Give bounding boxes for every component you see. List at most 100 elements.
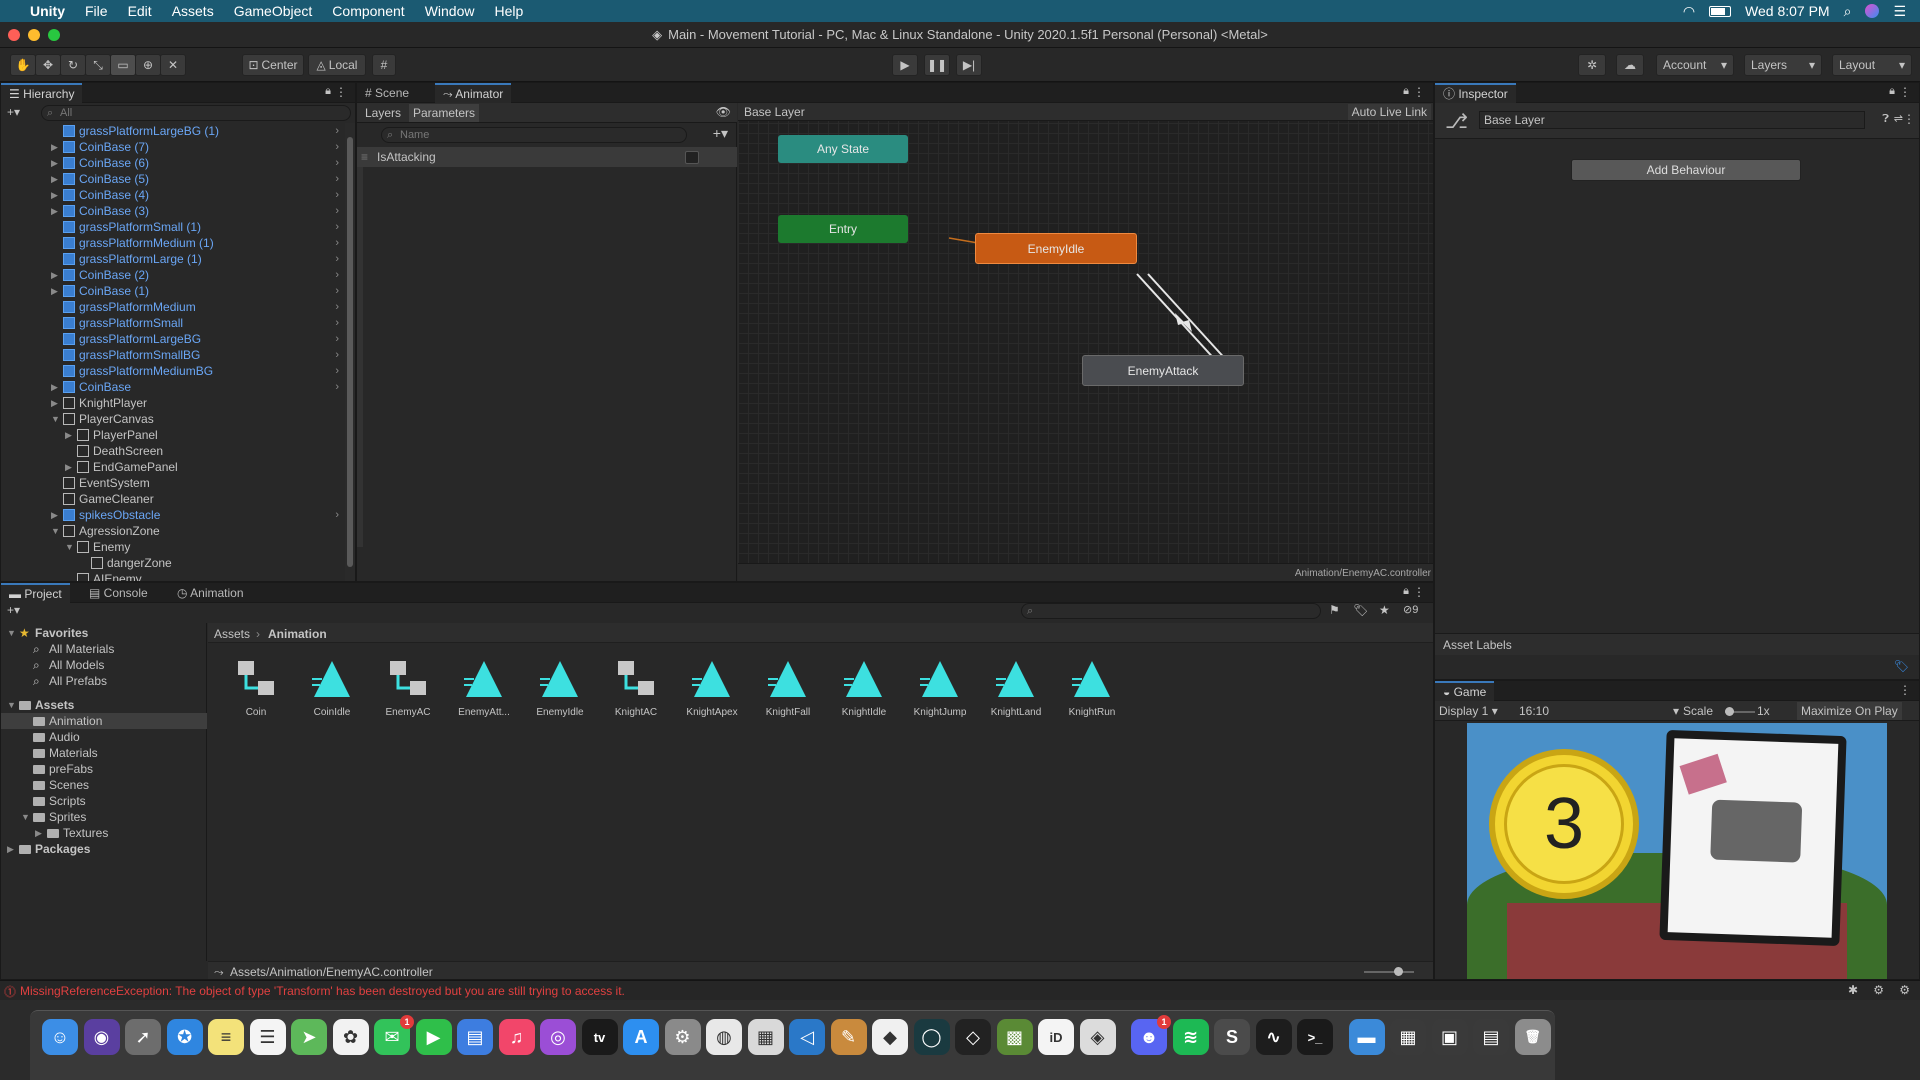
system-preferences-app-icon[interactable]: ⚙ <box>664 1019 701 1055</box>
collapsed-arrow-icon[interactable]: ▶ <box>7 841 14 857</box>
close-window-button[interactable] <box>8 29 20 41</box>
chrome-app-icon[interactable]: ◍ <box>706 1019 742 1055</box>
project-tree-item[interactable]: Materials <box>1 745 207 761</box>
downloads-folder-app-icon[interactable]: ▬ <box>1348 1019 1385 1055</box>
asset-item[interactable]: EnemyIdle <box>524 657 596 727</box>
parameter-name[interactable]: IsAttacking <box>377 150 436 164</box>
kebab-menu-icon[interactable]: ⋮ <box>335 85 347 99</box>
hierarchy-row[interactable]: ▶ CoinBase (4) › <box>1 187 345 203</box>
subtab-layers[interactable]: Layers <box>365 106 401 120</box>
collab-icon[interactable]: ✲ <box>1578 54 1606 76</box>
messages-app-icon[interactable]: ✉ 1 <box>374 1015 414 1055</box>
asset-item[interactable]: KnightAC <box>600 657 672 727</box>
menu-help[interactable]: Help <box>484 3 533 19</box>
hierarchy-row[interactable]: grassPlatformMedium (1) › <box>1 235 345 251</box>
step-button[interactable]: ▶| <box>956 54 982 76</box>
collapsed-arrow-icon[interactable]: ▶ <box>51 187 61 203</box>
finder-app-icon[interactable]: ☺ <box>42 1019 78 1055</box>
tab-console[interactable]: ▤ Console <box>81 583 156 603</box>
hierarchy-row[interactable]: ▶ CoinBase (2) › <box>1 267 345 283</box>
expanded-arrow-icon[interactable]: ▼ <box>21 809 30 825</box>
collapsed-arrow-icon[interactable]: ▶ <box>65 427 75 443</box>
rotate-tool-icon[interactable]: ↻ <box>60 54 86 76</box>
hierarchy-row[interactable]: ▶ CoinBase (5) › <box>1 171 345 187</box>
collapsed-arrow-icon[interactable]: ▶ <box>51 203 61 219</box>
lock-icon[interactable]: 🔒︎ <box>1403 85 1409 98</box>
minecraft-app-icon[interactable]: ▩ <box>996 1019 1033 1055</box>
asset-item[interactable]: EnemyAC <box>372 657 444 727</box>
collapsed-arrow-icon[interactable]: ▶ <box>51 155 61 171</box>
menu-gameobject[interactable]: GameObject <box>224 3 323 19</box>
label-tag-icon[interactable]: 🏷︎ <box>1894 659 1909 673</box>
pivot-center-button[interactable]: ⊡ Center <box>242 54 304 76</box>
open-prefab-chevron-icon[interactable]: › <box>335 155 339 171</box>
account-dropdown[interactable]: Account ▾ <box>1656 54 1734 76</box>
safari-app-icon[interactable]: ✪ <box>166 1019 203 1055</box>
discord-app-icon[interactable]: ☻ 1 <box>1131 1015 1171 1055</box>
dice-app-icon[interactable]: ◈ <box>1079 1019 1116 1055</box>
open-prefab-chevron-icon[interactable]: › <box>335 123 339 139</box>
open-prefab-chevron-icon[interactable]: › <box>335 331 339 347</box>
open-prefab-chevron-icon[interactable]: › <box>335 507 339 523</box>
custom-tool-icon[interactable]: ✕ <box>160 54 186 76</box>
unity-app-icon[interactable]: ◇ <box>955 1019 991 1055</box>
zoom-window-button[interactable] <box>48 29 60 41</box>
maximize-on-play-toggle[interactable]: Maximize On Play <box>1797 702 1902 720</box>
menu-assets[interactable]: Assets <box>162 3 224 19</box>
eye-icon[interactable]: 👁︎ <box>716 105 731 119</box>
hierarchy-row[interactable]: ▶ PlayerPanel <box>1 427 345 443</box>
hierarchy-row[interactable]: ▶ CoinBase (6) › <box>1 155 345 171</box>
grid-snap-icon[interactable]: # <box>372 54 396 76</box>
project-tree-item[interactable]: ▼ Assets <box>1 697 207 713</box>
scale-slider[interactable] <box>1725 707 1755 716</box>
project-tree-item[interactable]: ⌕ All Models <box>1 657 207 673</box>
preset-icon[interactable]: ⇌ <box>1894 112 1903 125</box>
hierarchy-row[interactable]: grassPlatformSmall (1) › <box>1 219 345 235</box>
reminders-app-icon[interactable]: ☰ <box>249 1019 286 1055</box>
collapsed-arrow-icon[interactable]: ▶ <box>51 507 61 523</box>
stack-2-app-icon[interactable]: ▣ <box>1431 1019 1468 1055</box>
hierarchy-row[interactable]: ▶ CoinBase (1) › <box>1 283 345 299</box>
terminal-app-icon[interactable]: >_ <box>1297 1019 1333 1055</box>
tab-game[interactable]: ◒ Game <box>1435 681 1495 701</box>
collapsed-arrow-icon[interactable]: ▶ <box>35 825 42 841</box>
open-prefab-chevron-icon[interactable]: › <box>335 347 339 363</box>
help-icon[interactable]: ❓︎ <box>1882 113 1889 126</box>
display-dropdown[interactable]: Display 1 ▾ <box>1439 704 1498 718</box>
hierarchy-row[interactable]: ▶ CoinBase (3) › <box>1 203 345 219</box>
paint-app-icon[interactable]: ✎ <box>830 1019 867 1055</box>
expanded-arrow-icon[interactable]: ▼ <box>51 523 61 539</box>
hierarchy-row[interactable]: GameCleaner <box>1 491 345 507</box>
expanded-arrow-icon[interactable]: ▼ <box>51 411 61 427</box>
podcasts-app-icon[interactable]: ◎ <box>540 1019 576 1055</box>
aspect-dropdown[interactable]: 16:10 ▾ <box>1519 704 1679 718</box>
bankid-app-icon[interactable]: iD <box>1038 1019 1074 1055</box>
state-entry[interactable]: Entry <box>778 215 908 243</box>
minimize-window-button[interactable] <box>28 29 40 41</box>
activity-monitor-app-icon[interactable]: ∿ <box>1255 1019 1292 1055</box>
project-search-input[interactable]: ⌕ <box>1021 603 1321 619</box>
create-plus-button[interactable]: +▾ <box>7 105 20 119</box>
collapsed-arrow-icon[interactable]: ▶ <box>51 379 61 395</box>
asset-item[interactable]: KnightLand <box>980 657 1052 727</box>
breadcrumb-animation[interactable]: Animation <box>268 627 327 641</box>
hierarchy-row[interactable]: grassPlatformMediumBG › <box>1 363 345 379</box>
hierarchy-row[interactable]: AIEnemy <box>1 571 345 581</box>
state-enemy-idle[interactable]: EnemyIdle <box>975 233 1137 264</box>
hierarchy-row[interactable]: ▶ CoinBase (7) › <box>1 139 345 155</box>
hierarchy-row[interactable]: ▶ spikesObstacle › <box>1 507 345 523</box>
kebab-menu-icon[interactable]: ⋮ <box>1899 683 1911 697</box>
stack-1-app-icon[interactable]: ▦ <box>1390 1019 1426 1055</box>
trash-app-icon[interactable]: 🗑 <box>1514 1019 1551 1055</box>
maps-app-icon[interactable]: ➤ <box>291 1019 327 1055</box>
sublime-app-icon[interactable]: S <box>1214 1019 1250 1055</box>
hierarchy-scrollbar[interactable] <box>345 123 355 581</box>
rect-tool-icon[interactable]: ▭ <box>110 54 136 76</box>
open-prefab-chevron-icon[interactable]: › <box>335 299 339 315</box>
open-prefab-chevron-icon[interactable]: › <box>335 363 339 379</box>
hand-tool-icon[interactable]: ✋ <box>10 54 36 76</box>
menu-component[interactable]: Component <box>322 3 414 19</box>
kebab-menu-icon[interactable]: ⋮ <box>1903 112 1915 126</box>
lock-icon[interactable]: 🔒︎ <box>1889 85 1895 98</box>
open-prefab-chevron-icon[interactable]: › <box>335 187 339 203</box>
